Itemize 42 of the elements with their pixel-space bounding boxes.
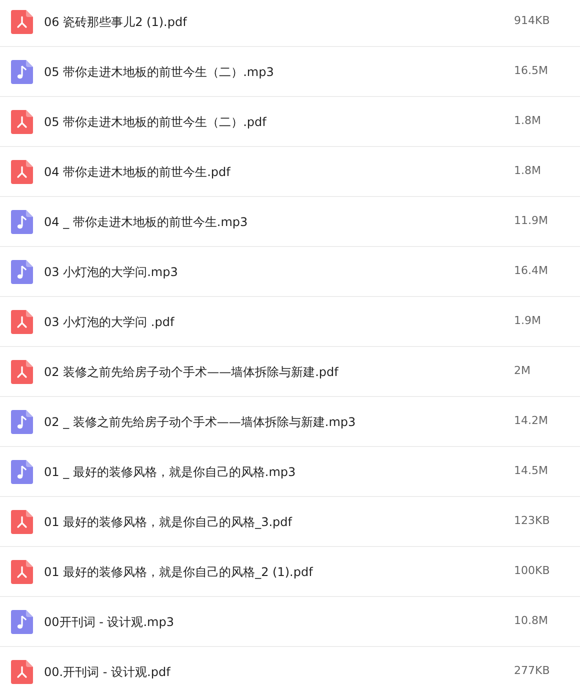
pdf-file-icon [11, 510, 33, 534]
file-name[interactable]: 00.开刊词 - 设计观.pdf [44, 662, 170, 680]
file-size: 123KB [514, 513, 551, 530]
file-name[interactable]: 05 带你走进木地板的前世今生（二）.pdf [44, 112, 266, 130]
file-name[interactable]: 03 小灯泡的大学问 .pdf [44, 312, 174, 330]
pdf-file-icon [11, 560, 33, 584]
music-file-icon [11, 460, 33, 484]
file-size: 14.2M [514, 413, 549, 430]
music-file-icon [11, 410, 33, 434]
music-file-icon [11, 210, 33, 234]
pdf-file-icon [11, 10, 33, 34]
file-name[interactable]: 00开刊词 - 设计观.mp3 [44, 612, 174, 630]
pdf-file-icon [11, 160, 33, 184]
file-size: 277KB [514, 663, 551, 680]
file-name[interactable]: 04 _ 带你走进木地板的前世今生.mp3 [44, 212, 248, 230]
file-size: 11.9M [514, 213, 549, 230]
file-size: 2M [514, 363, 532, 380]
file-size: 1.8M [514, 163, 542, 180]
file-size: 1.8M [514, 113, 542, 130]
file-size: 16.4M [514, 263, 549, 280]
music-file-icon [11, 260, 33, 284]
file-name[interactable]: 01 _ 最好的装修风格，就是你自己的风格.mp3 [44, 462, 296, 480]
file-name[interactable]: 02 装修之前先给房子动个手术——墙体拆除与新建.pdf [44, 362, 338, 380]
pdf-file-icon [11, 360, 33, 384]
file-name[interactable]: 01 最好的装修风格，就是你自己的风格_2 (1).pdf [44, 562, 313, 580]
music-file-icon [11, 610, 33, 634]
file-size: 16.5M [514, 63, 549, 80]
file-size: 14.5M [514, 463, 549, 480]
file-name[interactable]: 05 带你走进木地板的前世今生（二）.mp3 [44, 62, 274, 80]
file-size: 100KB [514, 563, 551, 580]
file-name[interactable]: 04 带你走进木地板的前世今生.pdf [44, 162, 230, 180]
file-name[interactable]: 01 最好的装修风格，就是你自己的风格_3.pdf [44, 512, 292, 530]
pdf-file-icon [11, 660, 33, 684]
file-size: 1.9M [514, 313, 542, 330]
pdf-file-icon [11, 310, 33, 334]
file-name[interactable]: 02 _ 装修之前先给房子动个手术——墙体拆除与新建.mp3 [44, 412, 356, 430]
file-size: 10.8M [514, 613, 549, 630]
file-size: 914KB [514, 13, 551, 30]
file-name[interactable]: 06 瓷砖那些事儿2 (1).pdf [44, 12, 187, 30]
pdf-file-icon [11, 110, 33, 134]
file-name[interactable]: 03 小灯泡的大学问.mp3 [44, 262, 178, 280]
music-file-icon [11, 60, 33, 84]
